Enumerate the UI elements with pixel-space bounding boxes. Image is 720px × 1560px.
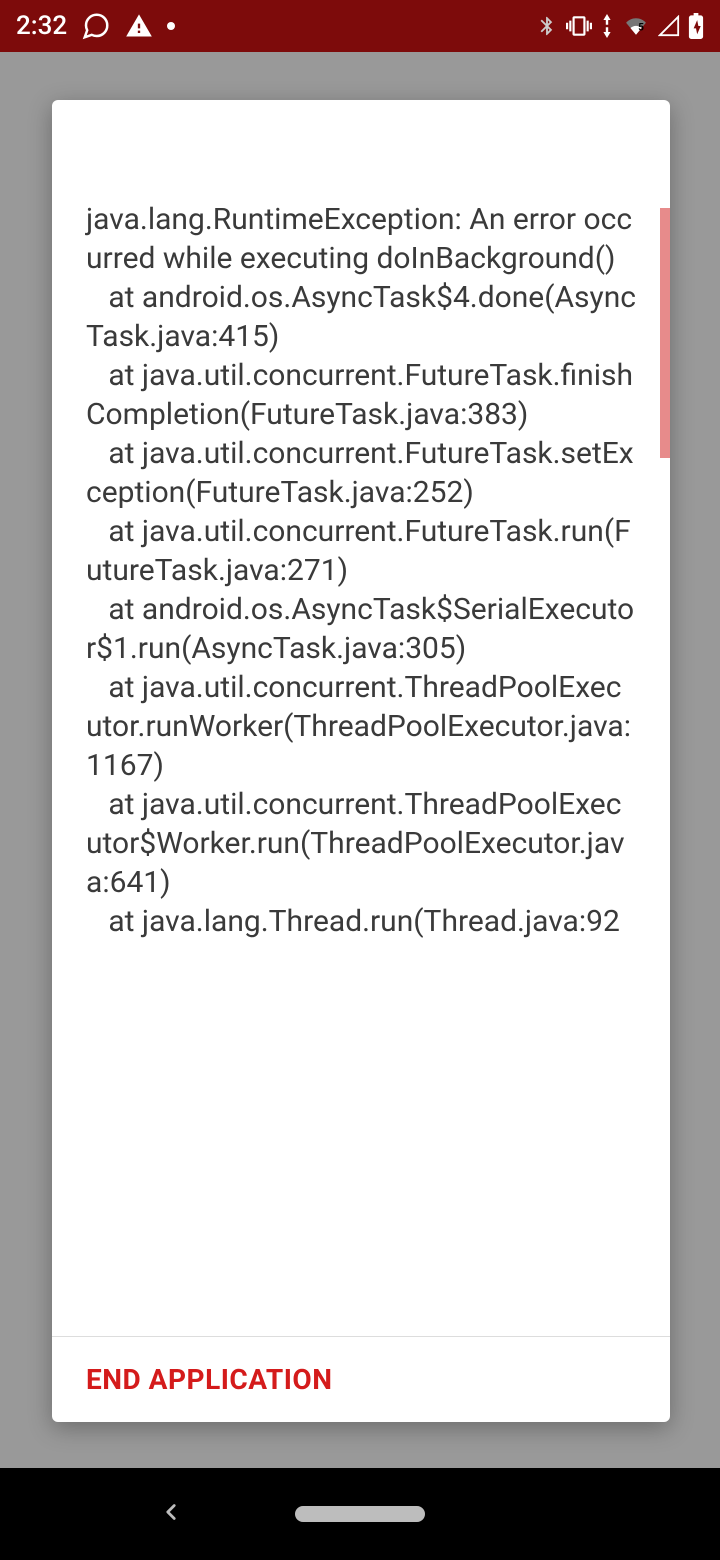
dialog-body[interactable]: java.lang.RuntimeException: An error occ… xyxy=(52,100,670,1336)
bluetooth-icon xyxy=(536,15,558,37)
vibrate-icon xyxy=(566,13,592,39)
scrollbar[interactable] xyxy=(660,208,670,458)
notification-dot-icon xyxy=(167,22,175,30)
navigation-bar xyxy=(0,1468,720,1560)
home-gesture-pill[interactable] xyxy=(295,1506,425,1522)
battery-charging-icon xyxy=(688,13,704,39)
signal-icon xyxy=(658,15,680,37)
data-icon xyxy=(600,14,614,38)
warning-icon xyxy=(125,12,153,40)
wifi-icon: 5 xyxy=(622,15,650,37)
status-right: 5 xyxy=(536,13,704,39)
back-button[interactable] xyxy=(158,1499,184,1529)
stacktrace-text: java.lang.RuntimeException: An error occ… xyxy=(86,200,636,941)
content-area: java.lang.RuntimeException: An error occ… xyxy=(0,52,720,1468)
dialog-footer: END APPLICATION xyxy=(52,1337,670,1422)
clock: 2:32 xyxy=(16,11,67,41)
end-application-button[interactable]: END APPLICATION xyxy=(86,1363,636,1396)
error-dialog: java.lang.RuntimeException: An error occ… xyxy=(52,100,670,1422)
whatsapp-icon xyxy=(81,11,111,41)
status-left: 2:32 xyxy=(16,11,175,41)
svg-text:5: 5 xyxy=(638,22,644,33)
status-bar: 2:32 xyxy=(0,0,720,52)
